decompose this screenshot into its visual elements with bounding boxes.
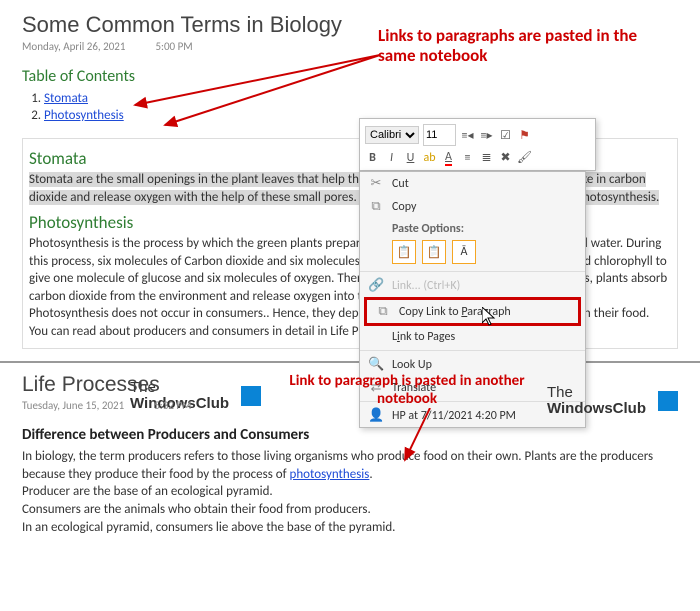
highlight-icon[interactable]: ab [422, 150, 437, 165]
format-painter-icon[interactable]: 🖌 [517, 150, 532, 165]
numbering-icon[interactable]: ≣ [479, 150, 494, 165]
mouse-cursor [482, 307, 496, 327]
body-text-2[interactable]: In biology, the term producers refers to… [22, 448, 678, 536]
watermark-logo-2: TheWindowsClub [547, 385, 678, 417]
section-head-diff: Difference between Producers and Consume… [22, 426, 678, 444]
todo-icon[interactable]: ☑ [498, 128, 513, 143]
annotation-bottom: Link to paragraph is pasted in another n… [282, 373, 532, 408]
link-icon: 🔗 [368, 278, 384, 293]
cut-icon: ✂ [368, 176, 384, 191]
mini-toolbar[interactable]: Calibri ≡◂ ≡▸ ☑ ⚑ B I U ab A ≡ ≣ ✖ 🖌 [359, 118, 596, 171]
toc-header: Table of Contents [22, 67, 678, 86]
font-select[interactable]: Calibri [365, 126, 419, 144]
paragraph-link-icon: ⧉ [375, 304, 391, 319]
menu-copy[interactable]: ⧉Copy [360, 195, 585, 218]
font-color-icon[interactable]: A [441, 150, 456, 165]
increase-indent-icon[interactable]: ≡▸ [479, 128, 494, 143]
bullets-icon[interactable]: ≡ [460, 150, 475, 165]
paste-text-icon[interactable]: Ā [452, 240, 476, 264]
menu-link: 🔗Link... (Ctrl+K) [360, 274, 585, 297]
toc-link-photosynthesis[interactable]: Photosynthesis [44, 108, 124, 123]
decrease-indent-icon[interactable]: ≡◂ [460, 128, 475, 143]
italic-icon[interactable]: I [384, 150, 399, 165]
clear-format-icon[interactable]: ✖ [498, 150, 513, 165]
underline-icon[interactable]: U [403, 150, 418, 165]
annotation-top: Links to paragraphs are pasted in the sa… [378, 26, 678, 65]
tag-icon[interactable]: ⚑ [517, 128, 532, 143]
copy-icon: ⧉ [368, 199, 384, 214]
toc-link-stomata[interactable]: Stomata [44, 91, 88, 106]
size-input[interactable] [423, 124, 456, 146]
paste-keep-format-icon[interactable]: 📋 [392, 240, 416, 264]
menu-copy-link-paragraph[interactable]: ⧉Copy Link to Paragraph [367, 300, 578, 323]
bold-icon[interactable]: B [365, 150, 380, 165]
menu-link-pages[interactable]: Link to Pages [360, 326, 585, 348]
menu-cut[interactable]: ✂Cut [360, 172, 585, 195]
paste-options-label: Paste Options: [360, 218, 585, 238]
link-photosynthesis[interactable]: photosynthesis [290, 467, 370, 482]
paste-merge-icon[interactable]: 📋 [422, 240, 446, 264]
